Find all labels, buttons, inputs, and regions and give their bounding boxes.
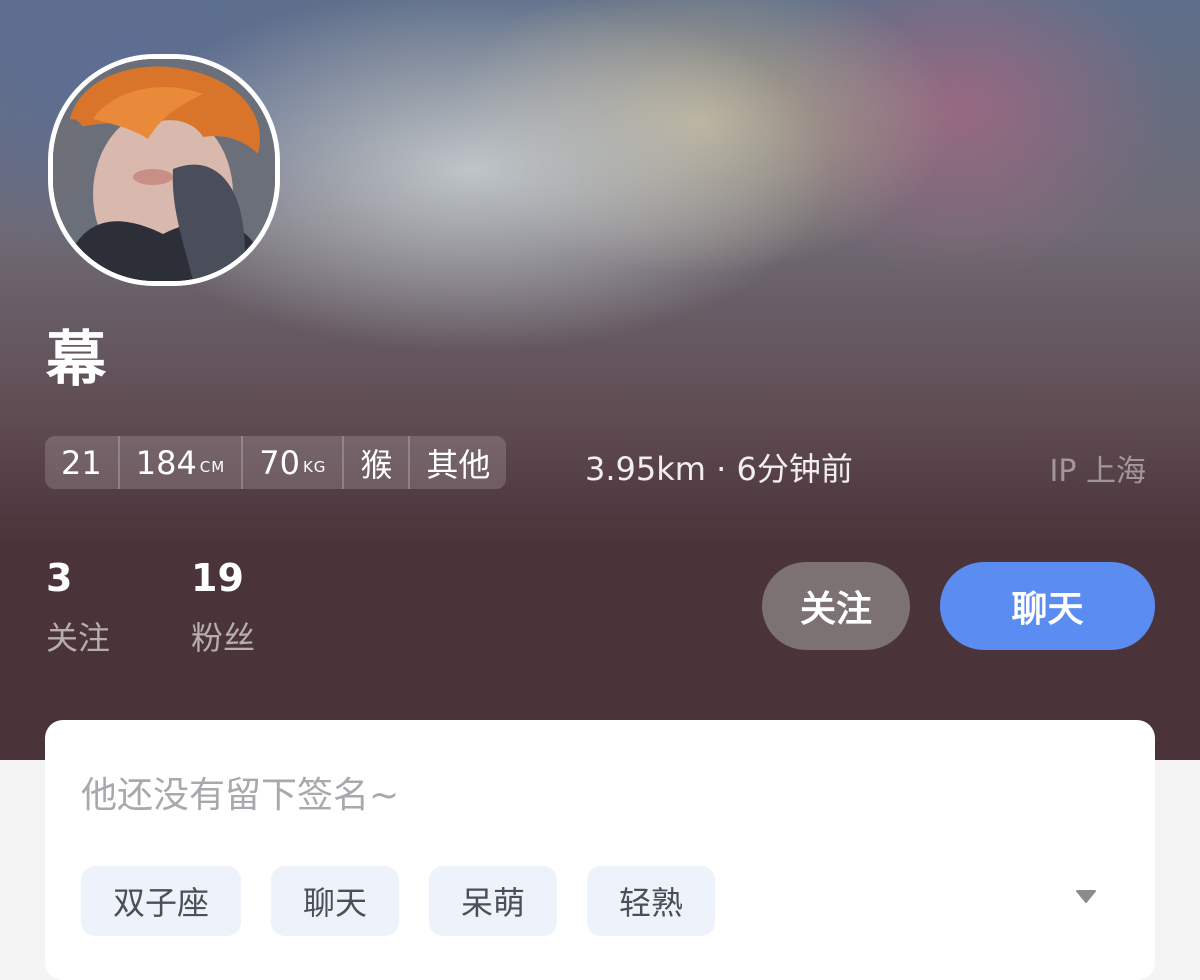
chat-button[interactable]: 聊天: [940, 562, 1155, 650]
user-photo-avatar: [53, 59, 275, 281]
tag-item[interactable]: 轻熟: [587, 866, 716, 936]
role-value: 其他: [426, 445, 491, 484]
following-label: 关注: [46, 619, 111, 657]
weight-value: 70: [259, 443, 300, 482]
signature-text: 他还没有留下签名~: [81, 775, 400, 816]
zodiac-value: 猴: [360, 445, 393, 484]
height-chip: 184 CM: [117, 436, 242, 489]
triangle-down-icon[interactable]: [1075, 888, 1097, 904]
height-unit: CM: [199, 457, 226, 476]
tag-list: 双子座 聊天 呆萌 轻熟: [81, 866, 716, 936]
profile-header: 幕 21 184 CM 70 KG 猴 其他 3.95km · 6分钟前 IP 上海…: [0, 0, 1200, 760]
height-value: 184: [135, 443, 197, 482]
tag-item[interactable]: 聊天: [271, 866, 400, 936]
tag-item[interactable]: 呆萌: [429, 866, 558, 936]
following-stat[interactable]: 3 关注: [46, 557, 110, 659]
followers-stat[interactable]: 19 粉丝: [191, 557, 255, 659]
zodiac-chip: 猴: [342, 436, 408, 489]
avatar[interactable]: [48, 54, 280, 286]
followers-count: 19: [191, 556, 244, 600]
profile-name: 幕: [46, 325, 106, 395]
age-value: 21: [61, 443, 102, 482]
age-chip: 21: [45, 436, 118, 489]
distance-last-active: 3.95km · 6分钟前: [585, 450, 853, 488]
role-chip: 其他: [408, 436, 506, 489]
bio-card: 他还没有留下签名~ 双子座 聊天 呆萌 轻熟: [45, 720, 1155, 980]
ip-location: IP 上海: [1049, 454, 1146, 489]
following-count: 3: [46, 556, 73, 600]
tag-item[interactable]: 双子座: [81, 866, 242, 936]
weight-unit: KG: [302, 457, 327, 476]
attribute-chips: 21 184 CM 70 KG 猴 其他: [45, 436, 507, 489]
follow-button[interactable]: 关注: [762, 562, 910, 650]
followers-label: 粉丝: [191, 619, 256, 657]
weight-chip: 70 KG: [241, 436, 342, 489]
